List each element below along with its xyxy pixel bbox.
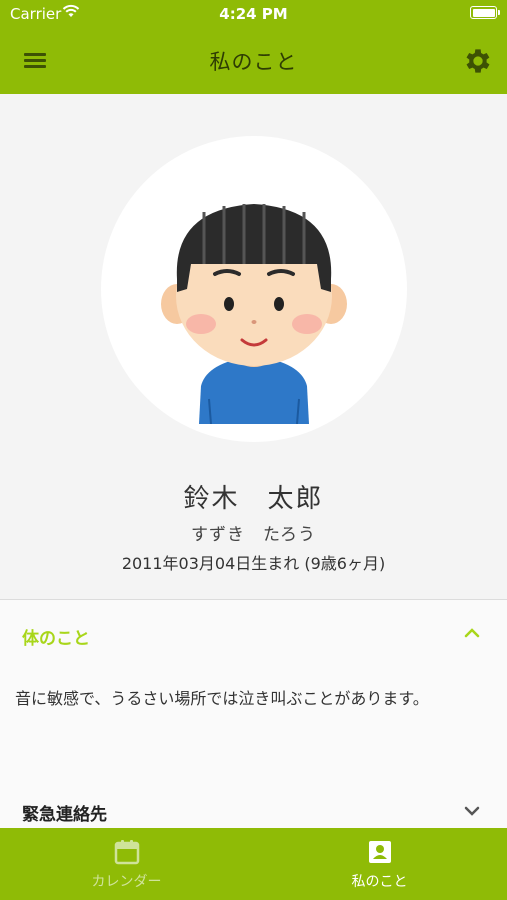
tab-calendar-label: カレンダー <box>91 874 162 890</box>
chevron-up-icon <box>464 628 480 638</box>
profile-birthdate: 2011年03月04日生まれ (9歳6ヶ月) <box>121 554 386 573</box>
tab-about-me-label: 私のこと <box>351 874 408 890</box>
clock: 4:24 PM <box>219 5 288 23</box>
chevron-down-icon <box>464 806 480 816</box>
emergency-contact-section[interactable]: 緊急連絡先 <box>0 776 507 828</box>
body-info-text: 音に敏感で、うるさい場所では泣き叫ぶことがあります。 <box>15 689 429 708</box>
gear-icon[interactable] <box>462 45 494 77</box>
tab-calendar[interactable]: カレンダー <box>0 828 253 900</box>
emergency-contact-title: 緊急連絡先 <box>22 805 107 825</box>
battery-icon <box>470 6 500 19</box>
app-header: Carrier 4:24 PM 私のこと <box>0 0 507 94</box>
body-info-title: 体のこと <box>22 629 90 649</box>
avatar[interactable] <box>101 136 407 442</box>
boy-avatar-illustration <box>161 204 347 424</box>
contact-card-icon <box>369 841 391 863</box>
body-info-header[interactable]: 体のこと <box>0 600 507 660</box>
tab-bar: カレンダー 私のこと <box>0 828 507 900</box>
tab-about-me[interactable]: 私のこと <box>253 828 506 900</box>
profile-name: 鈴木 太郎 <box>183 484 324 514</box>
status-bar: Carrier 4:24 PM <box>0 0 507 28</box>
page-title: 私のこと <box>209 50 298 74</box>
calendar-icon <box>114 840 140 865</box>
profile-section: 鈴木 太郎 すずき たろう 2011年03月04日生まれ (9歳6ヶ月) <box>0 94 507 599</box>
profile-name-kana: すずき たろう <box>191 525 316 545</box>
body-info-section: 体のこと 音に敏感で、うるさい場所では泣き叫ぶことがあります。 <box>0 600 507 776</box>
